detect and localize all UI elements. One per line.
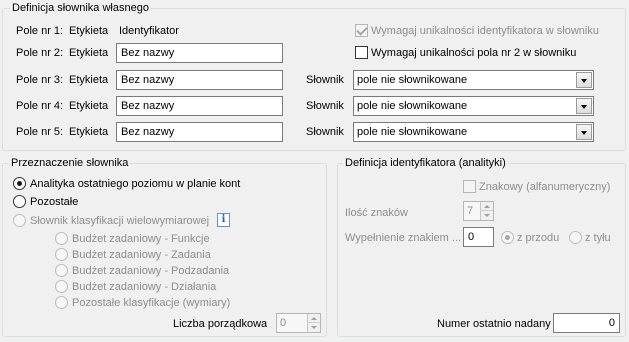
pole4-etykieta-label: Etykieta bbox=[69, 100, 109, 112]
wypelnienie-label: Wypełnienie znakiem ... bbox=[345, 232, 462, 244]
pole2-etykieta-label: Etykieta bbox=[69, 47, 109, 59]
liczba-porzadkowa-value: 0 bbox=[280, 317, 287, 329]
pole5-slownik-select[interactable]: pole nie słownikowane bbox=[353, 122, 594, 142]
liczba-porzadkowa-stepper[interactable]: 0 bbox=[276, 313, 321, 333]
radio-pozostale-klasyfikacje[interactable] bbox=[55, 296, 68, 309]
pole5-slownik-value: pole nie słownikowane bbox=[357, 126, 468, 138]
pole3-label: Pole nr 3: bbox=[16, 74, 64, 86]
radio-analityka[interactable] bbox=[13, 177, 26, 190]
numer-ostatnio-nadany-label: Numer ostatnio nadany bbox=[437, 318, 551, 330]
pole3-etykieta-label: Etykieta bbox=[69, 74, 109, 86]
spin-down-icon[interactable] bbox=[481, 211, 493, 220]
pole1-value: Identyfikator bbox=[119, 25, 179, 37]
spin-buttons[interactable] bbox=[480, 202, 493, 220]
wymagaj-unikalnosci-identyfikatora-checkbox[interactable] bbox=[355, 24, 368, 37]
pole5-etykieta-input[interactable]: Bez nazwy bbox=[116, 122, 283, 142]
radio-pozostale-klasyfikacje-label: Pozostałe klasyfikacje (wymiary) bbox=[72, 297, 231, 309]
przeznaczenie-title: Przeznaczenie słownika bbox=[9, 157, 131, 170]
radio-slownik-klasyfikacji-label: Słownik klasyfikacji wielowymiarowej bbox=[30, 215, 210, 227]
pole5-slownik-label: Słownik bbox=[306, 126, 344, 138]
pole5-etykieta-label: Etykieta bbox=[69, 126, 109, 138]
radio-budzet-dzialania-label: Budżet zadaniowy - Działania bbox=[72, 281, 217, 293]
radio-budzet-podzadania-label: Budżet zadaniowy - Podzadania bbox=[72, 265, 230, 277]
radio-budzet-zadania-label: Budżet zadaniowy - Zadania bbox=[72, 249, 211, 261]
radio-z-przodu-label: z przodu bbox=[517, 232, 560, 244]
chevron-down-icon[interactable] bbox=[576, 98, 592, 114]
spin-up-icon[interactable] bbox=[308, 314, 320, 323]
chevron-down-icon[interactable] bbox=[576, 124, 592, 140]
pole2-label: Pole nr 2: bbox=[16, 47, 64, 59]
pole4-slownik-value: pole nie słownikowane bbox=[357, 100, 468, 112]
spin-buttons[interactable] bbox=[307, 314, 320, 332]
ilosc-znakow-value: 7 bbox=[467, 205, 474, 217]
pole4-slownik-label: Słownik bbox=[306, 100, 344, 112]
pole2-etykieta-input[interactable]: Bez nazwy bbox=[116, 43, 283, 63]
radio-analityka-label: Analityka ostatniego poziomu w planie ko… bbox=[30, 178, 241, 190]
radio-z-tylu[interactable] bbox=[569, 231, 582, 244]
pole4-label: Pole nr 4: bbox=[16, 100, 64, 112]
radio-budzet-podzadania[interactable] bbox=[55, 264, 68, 277]
pole1-label: Pole nr 1: bbox=[16, 25, 64, 37]
wymagaj-unikalnosci-identyfikatora-label: Wymagaj unikalności identyfikatora w sło… bbox=[371, 25, 599, 37]
chevron-down-icon[interactable] bbox=[576, 72, 592, 88]
radio-slownik-klasyfikacji[interactable] bbox=[13, 214, 26, 227]
radio-budzet-dzialania[interactable] bbox=[55, 280, 68, 293]
pole3-slownik-label: Słownik bbox=[306, 74, 344, 86]
pole1-etykieta-label: Etykieta bbox=[69, 25, 109, 37]
radio-z-przodu[interactable] bbox=[501, 231, 514, 244]
pole3-slownik-value: pole nie słownikowane bbox=[357, 74, 468, 86]
liczba-porzadkowa-label: Liczba porządkowa bbox=[173, 318, 268, 330]
pole4-slownik-select[interactable]: pole nie słownikowane bbox=[353, 96, 594, 116]
pole3-slownik-select[interactable]: pole nie słownikowane bbox=[353, 70, 594, 90]
znakowy-label: Znakowy (alfanumeryczny) bbox=[479, 181, 611, 193]
pole3-etykieta-input[interactable]: Bez nazwy bbox=[116, 70, 283, 90]
radio-budzet-funkcje[interactable] bbox=[55, 232, 68, 245]
wymagaj-unikalnosci-pole2-checkbox[interactable] bbox=[355, 46, 368, 59]
znakowy-checkbox[interactable] bbox=[463, 180, 476, 193]
pole5-label: Pole nr 5: bbox=[16, 126, 64, 138]
radio-pozostale-label: Pozostałe bbox=[30, 196, 79, 208]
wymagaj-unikalnosci-pole2-label: Wymagaj unikalności pola nr 2 w słowniku bbox=[371, 47, 577, 59]
ilosc-znakow-stepper[interactable]: 7 bbox=[463, 201, 494, 221]
ilosc-znakow-label: Ilość znaków bbox=[345, 207, 408, 219]
info-icon[interactable]: i bbox=[217, 213, 230, 227]
radio-budzet-zadania[interactable] bbox=[55, 248, 68, 261]
numer-ostatnio-nadany-input[interactable]: 0 bbox=[553, 313, 620, 333]
radio-z-tylu-label: z tyłu bbox=[585, 232, 611, 244]
radio-pozostale[interactable] bbox=[13, 195, 26, 208]
definicja-identyfikatora-title: Definicja identyfikatora (analityki) bbox=[343, 157, 508, 170]
wypelnienie-input[interactable]: 0 bbox=[463, 227, 494, 247]
spin-down-icon[interactable] bbox=[308, 323, 320, 332]
spin-up-icon[interactable] bbox=[481, 202, 493, 211]
radio-budzet-funkcje-label: Budżet zadaniowy - Funkcje bbox=[72, 233, 210, 245]
definicja-slownika-title: Definicja słownika własnego bbox=[10, 2, 151, 15]
pole4-etykieta-input[interactable]: Bez nazwy bbox=[116, 96, 283, 116]
